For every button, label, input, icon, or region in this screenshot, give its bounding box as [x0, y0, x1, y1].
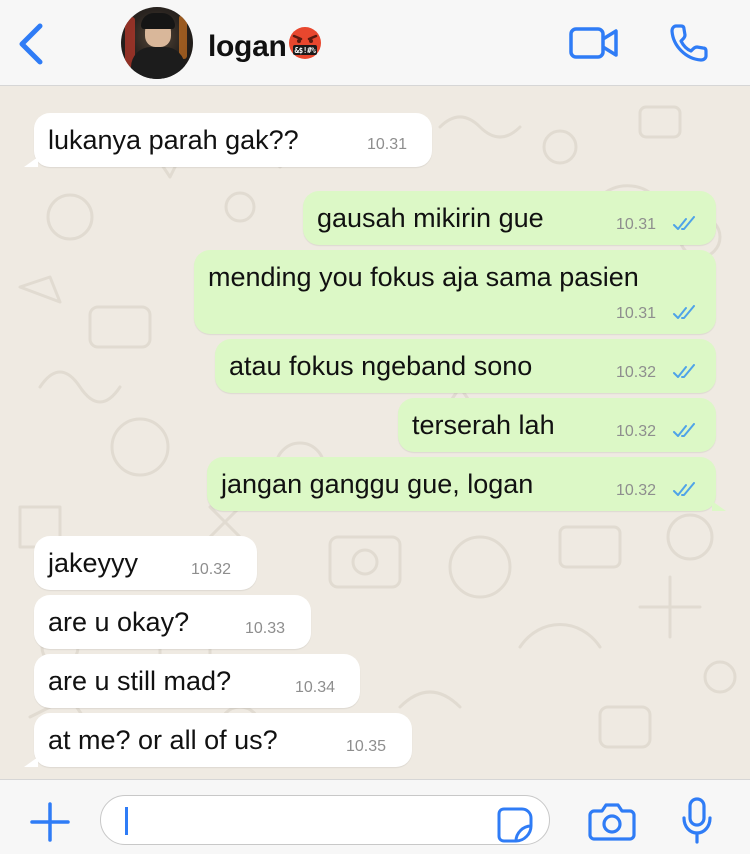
text-caret [125, 807, 128, 835]
emoji-symbols: &$!#% [294, 46, 316, 55]
message-bubble-outgoing[interactable]: terserah lah 10.32 [398, 398, 716, 452]
video-camera-icon [569, 27, 618, 59]
message-time: 10.32 [616, 364, 657, 381]
camera-icon [588, 803, 636, 841]
voice-record-button[interactable] [680, 796, 714, 846]
message-text: atau fokus ngeband sono [229, 351, 533, 381]
message-time: 10.35 [346, 738, 387, 755]
message-bubble-incoming[interactable]: jakeyyy 10.32 [34, 536, 257, 590]
read-ticks-icon [673, 364, 695, 378]
plus-icon [30, 802, 70, 842]
message-text: are u okay? [48, 607, 190, 637]
message-bubble-incoming[interactable]: lukanya parah gak?? 10.31 [24, 113, 432, 167]
message-time: 10.32 [191, 561, 232, 578]
attach-button[interactable] [28, 800, 72, 844]
voice-call-button[interactable] [668, 22, 712, 64]
message-list[interactable]: lukanya parah gak?? 10.31 gausah mikirin… [0, 87, 750, 779]
contact-name[interactable]: logan &$!#% [208, 26, 322, 64]
message-text: at me? or all of us? [48, 725, 278, 755]
read-ticks-icon [673, 423, 695, 437]
message-time: 10.31 [367, 136, 408, 153]
chevron-left-icon [19, 23, 43, 65]
message-text: mending you fokus aja sama pasien [208, 262, 639, 292]
message-bubble-incoming[interactable]: at me? or all of us? 10.35 [24, 713, 412, 767]
chat-header: logan &$!#% [0, 0, 750, 86]
message-bubble-outgoing[interactable]: jangan ganggu gue, logan 10.32 [207, 457, 726, 511]
message-text: terserah lah [412, 410, 555, 440]
message-bubble-outgoing[interactable]: gausah mikirin gue 10.31 [303, 191, 716, 245]
message-text: are u still mad? [48, 666, 232, 696]
message-text: lukanya parah gak?? [48, 125, 299, 155]
message-bubble-outgoing[interactable]: atau fokus ngeband sono 10.32 [215, 339, 716, 393]
message-bubble-outgoing[interactable]: mending you fokus aja sama pasien 10.31 [194, 250, 716, 334]
back-button[interactable] [14, 22, 48, 66]
phone-icon [670, 24, 708, 62]
composer-bar [0, 779, 750, 854]
read-ticks-icon [673, 216, 695, 230]
message-bubble-incoming[interactable]: are u still mad? 10.34 [34, 654, 360, 708]
video-call-button[interactable] [568, 24, 620, 62]
avatar[interactable] [121, 7, 193, 79]
message-time: 10.31 [616, 305, 657, 322]
message-time: 10.32 [616, 482, 657, 499]
message-time: 10.31 [616, 216, 657, 233]
message-time: 10.34 [295, 679, 336, 696]
microphone-icon [682, 797, 712, 844]
read-ticks-icon [673, 482, 695, 496]
message-text: jangan ganggu gue, logan [221, 469, 534, 499]
camera-button[interactable] [588, 801, 636, 843]
message-text: jakeyyy [48, 548, 139, 578]
read-ticks-icon [673, 305, 695, 319]
message-time: 10.33 [245, 620, 286, 637]
contact-name-text: logan [208, 30, 287, 63]
cursing-face-emoji-icon: &$!#% [288, 27, 321, 59]
message-text: gausah mikirin gue [317, 203, 544, 233]
message-bubble-incoming[interactable]: are u okay? 10.33 [34, 595, 311, 649]
sticker-button[interactable] [496, 806, 534, 844]
message-time: 10.32 [616, 423, 657, 440]
message-input[interactable] [100, 795, 550, 845]
sticker-icon [497, 807, 533, 843]
